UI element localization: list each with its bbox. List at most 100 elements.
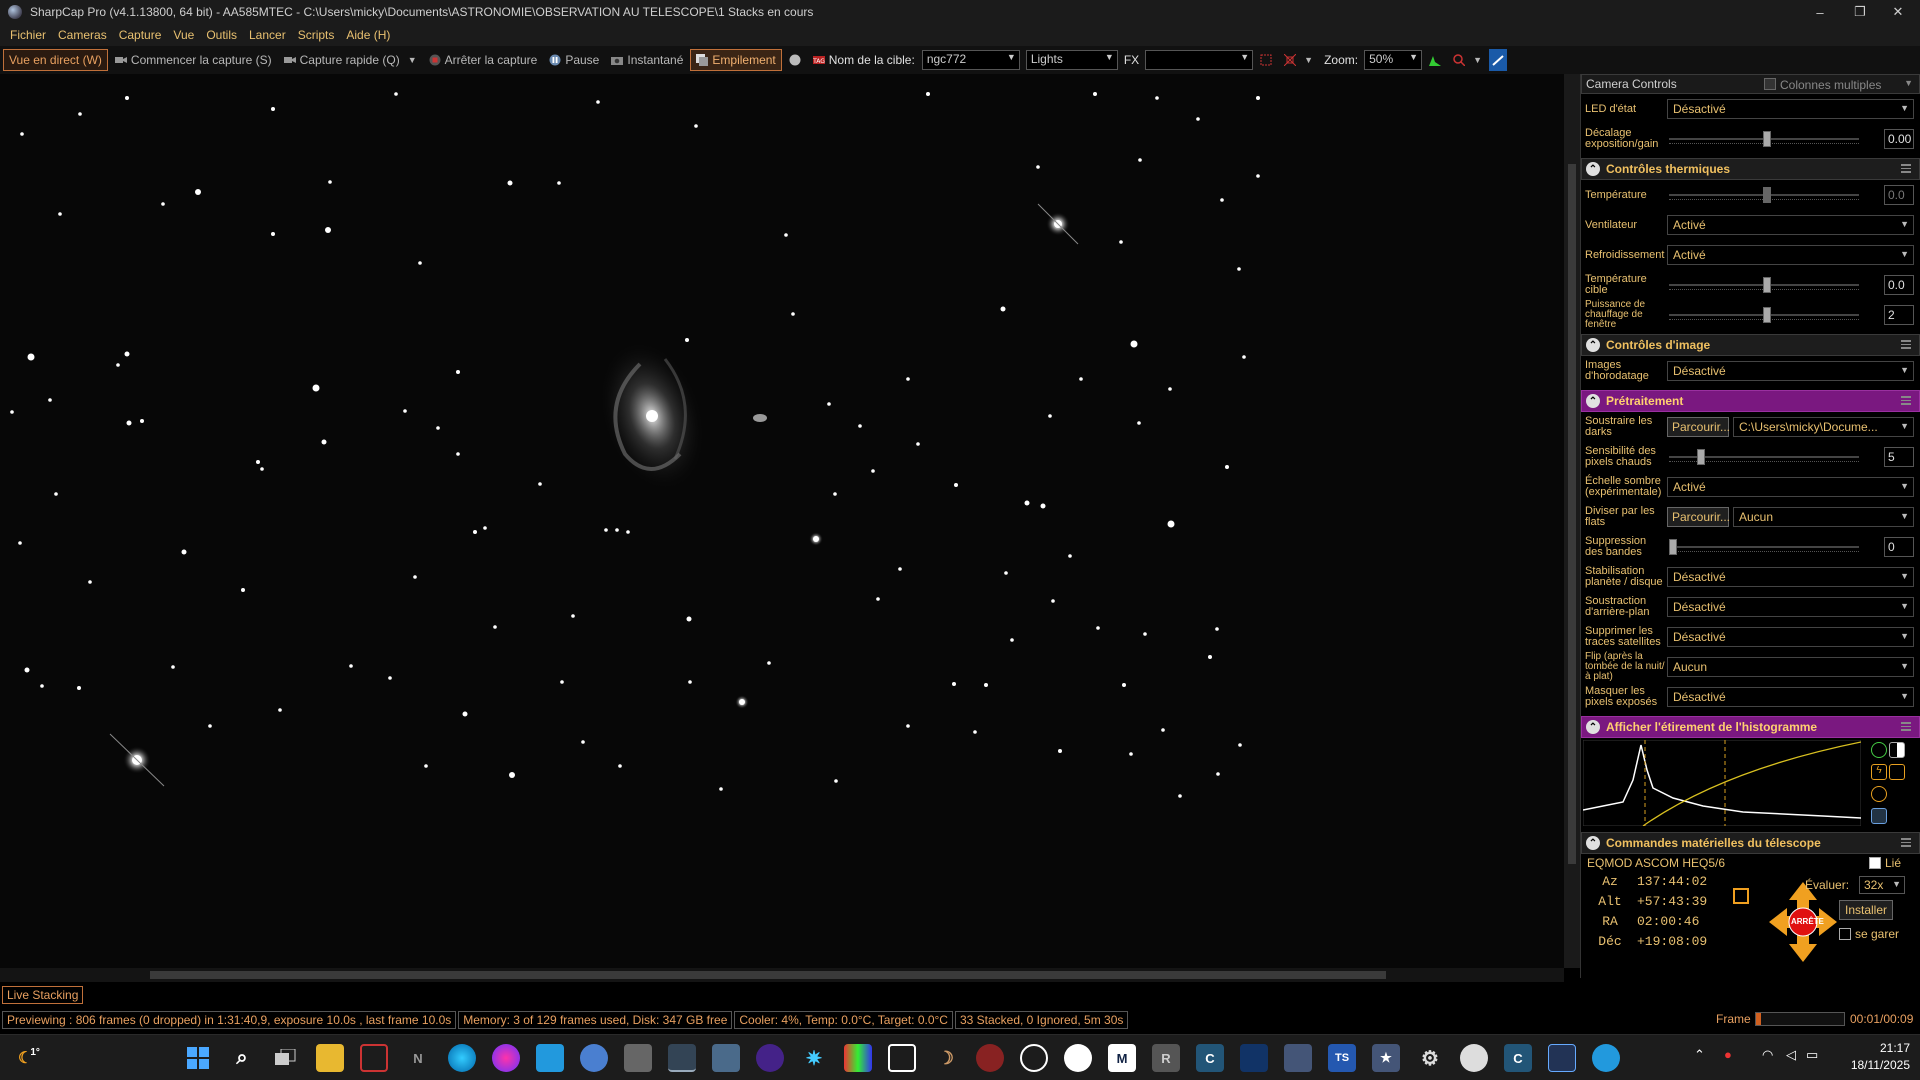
minimize-button[interactable]: – [1798, 0, 1842, 24]
pause-button[interactable]: Pause [544, 49, 604, 71]
preprocessing-header[interactable]: ⌃ Prétraitement [1581, 390, 1920, 412]
edge-browser-icon[interactable] [448, 1044, 476, 1072]
contrast-icon[interactable] [1889, 742, 1905, 758]
target-temperature-slider[interactable] [1669, 275, 1859, 295]
weather-widget[interactable]: ☾ 1° [18, 1044, 58, 1072]
ascom-app-icon[interactable]: C [1196, 1044, 1224, 1072]
hot-pixels-input[interactable]: 5 [1884, 447, 1914, 467]
histogram-area[interactable]: ϟ [1581, 740, 1920, 828]
sharpcap-taskbar-icon[interactable] [668, 1044, 696, 1072]
viber-icon[interactable] [580, 1044, 608, 1072]
background-dropdown[interactable]: Désactivé ▼ [1667, 597, 1914, 617]
notion-icon[interactable]: N [404, 1044, 432, 1072]
banding-slider[interactable] [1669, 537, 1859, 557]
flats-dropdown[interactable]: Aucun ▼ [1733, 507, 1914, 527]
heater-slider[interactable] [1669, 305, 1859, 325]
stacking-button[interactable]: Empilement [690, 49, 782, 71]
clock-time[interactable]: 21:17 [1850, 1041, 1910, 1055]
multi-columns-checkbox[interactable] [1764, 78, 1776, 90]
collapse-icon[interactable]: ⌃ [1586, 720, 1600, 734]
search-icon[interactable]: ⌕ [228, 1044, 256, 1072]
menu-aide[interactable]: Aide (H) [340, 28, 396, 42]
camera-app-icon[interactable] [1460, 1044, 1488, 1072]
thermal-controls-header[interactable]: ⌃ Contrôles thermiques [1581, 158, 1920, 180]
menu-icon[interactable] [1901, 340, 1911, 349]
flats-browse-button[interactable]: Parcourir... [1667, 507, 1730, 527]
stellarium-icon[interactable] [756, 1044, 784, 1072]
chevron-down-icon[interactable]: ▼ [1904, 78, 1913, 88]
start-capture-button[interactable]: Commencer la capture (S) [110, 49, 277, 71]
timestamp-dropdown[interactable]: Désactivé ▼ [1667, 361, 1914, 381]
snapshot-button[interactable]: Instantané [606, 49, 688, 71]
target-temperature-input[interactable]: 0.0 [1884, 275, 1914, 295]
horizontal-scroll-thumb[interactable] [150, 971, 1386, 979]
lightning-icon[interactable]: ϟ [1871, 764, 1887, 780]
menu-icon[interactable] [1901, 838, 1911, 847]
antivirus-icon[interactable]: ● [1724, 1047, 1732, 1062]
horizontal-scrollbar[interactable] [0, 968, 1564, 982]
stop-capture-button[interactable]: Arrêter la capture [424, 49, 543, 71]
menu-scripts[interactable]: Scripts [292, 28, 341, 42]
hot-pixels-slider[interactable] [1669, 447, 1859, 467]
clock-date[interactable]: 18/11/2025 [1834, 1058, 1910, 1072]
capture-app-icon[interactable] [1592, 1044, 1620, 1072]
histogram-plot[interactable] [1583, 740, 1861, 826]
menu-icon[interactable] [1901, 396, 1911, 405]
chevron-down-icon[interactable]: ▼ [1473, 55, 1482, 65]
slider-knob[interactable] [1763, 277, 1771, 293]
crosshair-button[interactable]: ▼ [1279, 49, 1318, 71]
selection-area-button[interactable] [1255, 49, 1277, 71]
slider-knob[interactable] [1763, 131, 1771, 147]
messenger-icon[interactable] [492, 1044, 520, 1072]
zoom-combo[interactable]: 50% ▼ [1364, 50, 1423, 70]
ts-app-icon[interactable]: TS [1328, 1044, 1356, 1072]
color-app-icon[interactable] [844, 1044, 872, 1072]
image-viewport[interactable] [0, 74, 1564, 968]
target-name-combo[interactable]: ngc772 ▼ [921, 50, 1020, 70]
astrometry-icon[interactable] [1020, 1044, 1048, 1072]
comet-app-icon[interactable] [712, 1044, 740, 1072]
collapse-icon[interactable]: ⌃ [1586, 394, 1600, 408]
mountain-app-icon[interactable]: M [1108, 1044, 1136, 1072]
reset-icon[interactable] [1871, 786, 1887, 802]
slider-knob[interactable] [1669, 539, 1677, 555]
ccd-app-icon[interactable]: C [1504, 1044, 1532, 1072]
file-explorer-icon[interactable] [316, 1044, 344, 1072]
rate-dropdown[interactable]: 32x ▼ [1859, 876, 1905, 894]
frame-type-combo[interactable]: Lights ▼ [1025, 50, 1118, 70]
lunar-icon-button[interactable] [784, 49, 806, 71]
vertical-scroll-thumb[interactable] [1568, 164, 1576, 864]
linked-checkbox[interactable] [1869, 857, 1881, 869]
app-r-icon[interactable]: R [1152, 1044, 1180, 1072]
auto-stretch-icon[interactable] [1871, 742, 1887, 758]
chevron-down-icon[interactable]: ▼ [1304, 55, 1313, 65]
save-icon[interactable] [1871, 808, 1887, 824]
focus-assist-button[interactable]: ▼ [1448, 49, 1487, 71]
live-stacking-tab[interactable]: Live Stacking [2, 986, 84, 1004]
collapse-icon[interactable]: ⌃ [1586, 836, 1600, 850]
overexposed-dropdown[interactable]: Désactivé ▼ [1667, 687, 1914, 707]
menu-fichier[interactable]: Fichier [4, 28, 52, 42]
stabilization-dropdown[interactable]: Désactivé ▼ [1667, 567, 1914, 587]
telescope-controls-header[interactable]: ⌃ Commandes matérielles du télescope [1581, 832, 1920, 854]
chevron-down-icon[interactable]: ▼ [408, 55, 417, 65]
fan-dropdown[interactable]: Activé ▼ [1667, 215, 1914, 235]
dark-scale-dropdown[interactable]: Activé ▼ [1667, 477, 1914, 497]
satellites-dropdown[interactable]: Désactivé ▼ [1667, 627, 1914, 647]
eye-app-icon[interactable] [1064, 1044, 1092, 1072]
battery-icon[interactable]: ▭ [1806, 1047, 1818, 1063]
cooling-dropdown[interactable]: Activé ▼ [1667, 245, 1914, 265]
image-controls-header[interactable]: ⌃ Contrôles d'image [1581, 334, 1920, 356]
slider-knob[interactable] [1763, 307, 1771, 323]
chat-app-icon[interactable] [536, 1044, 564, 1072]
gear-icon[interactable]: ⚙ [1416, 1044, 1444, 1072]
collapse-icon[interactable]: ⌃ [1586, 162, 1600, 176]
histogram-toggle-button[interactable] [1424, 49, 1446, 71]
galaxy-app-icon[interactable] [976, 1044, 1004, 1072]
quick-capture-button[interactable]: Capture rapide (Q) ▼ [279, 49, 422, 71]
menu-icon[interactable] [1901, 164, 1911, 173]
grid-app-icon[interactable] [1548, 1044, 1576, 1072]
star-app-icon[interactable]: ✷ [800, 1044, 828, 1072]
wifi-icon[interactable]: ◠ [1762, 1047, 1773, 1063]
menu-cameras[interactable]: Cameras [52, 28, 113, 42]
